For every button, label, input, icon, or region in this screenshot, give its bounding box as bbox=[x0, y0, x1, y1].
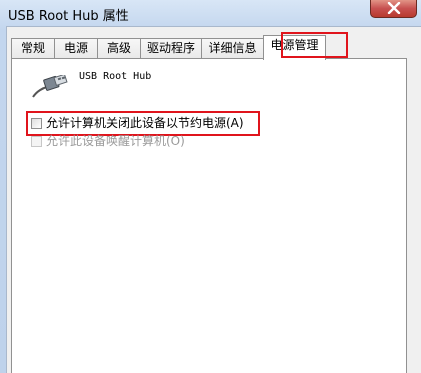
close-button[interactable] bbox=[370, 0, 417, 18]
window-title: USB Root Hub 属性 bbox=[8, 9, 129, 24]
tab-details[interactable]: 详细信息 bbox=[201, 38, 264, 58]
power-management-panel bbox=[11, 58, 407, 373]
usb-plug-icon bbox=[29, 73, 69, 103]
tab-power[interactable]: 电源 bbox=[54, 38, 98, 58]
close-icon bbox=[387, 2, 401, 14]
allow-wake-label: 允许此设备唤醒计算机(O) bbox=[46, 134, 185, 148]
allow-power-off-checkbox[interactable] bbox=[31, 118, 42, 129]
tab-driver[interactable]: 驱动程序 bbox=[140, 38, 202, 58]
tab-strip: 常规 电源 高级 驱动程序 详细信息 电源管理 bbox=[11, 35, 419, 60]
title-bar[interactable]: USB Root Hub 属性 bbox=[0, 0, 421, 26]
allow-wake-checkbox bbox=[31, 136, 42, 147]
tab-general[interactable]: 常规 bbox=[11, 38, 55, 58]
device-name: USB Root Hub bbox=[79, 71, 152, 82]
tab-advanced[interactable]: 高级 bbox=[97, 38, 141, 58]
dialog-body: 常规 电源 高级 驱动程序 详细信息 电源管理 USB Root Hub 允许计… bbox=[6, 26, 421, 373]
properties-window: USB Root Hub 属性 常规 电源 高级 驱动程序 详细信息 电源管理 bbox=[0, 0, 421, 373]
allow-power-off-label: 允许计算机关闭此设备以节约电源(A) bbox=[46, 116, 244, 130]
tab-power-management[interactable]: 电源管理 bbox=[263, 35, 326, 60]
